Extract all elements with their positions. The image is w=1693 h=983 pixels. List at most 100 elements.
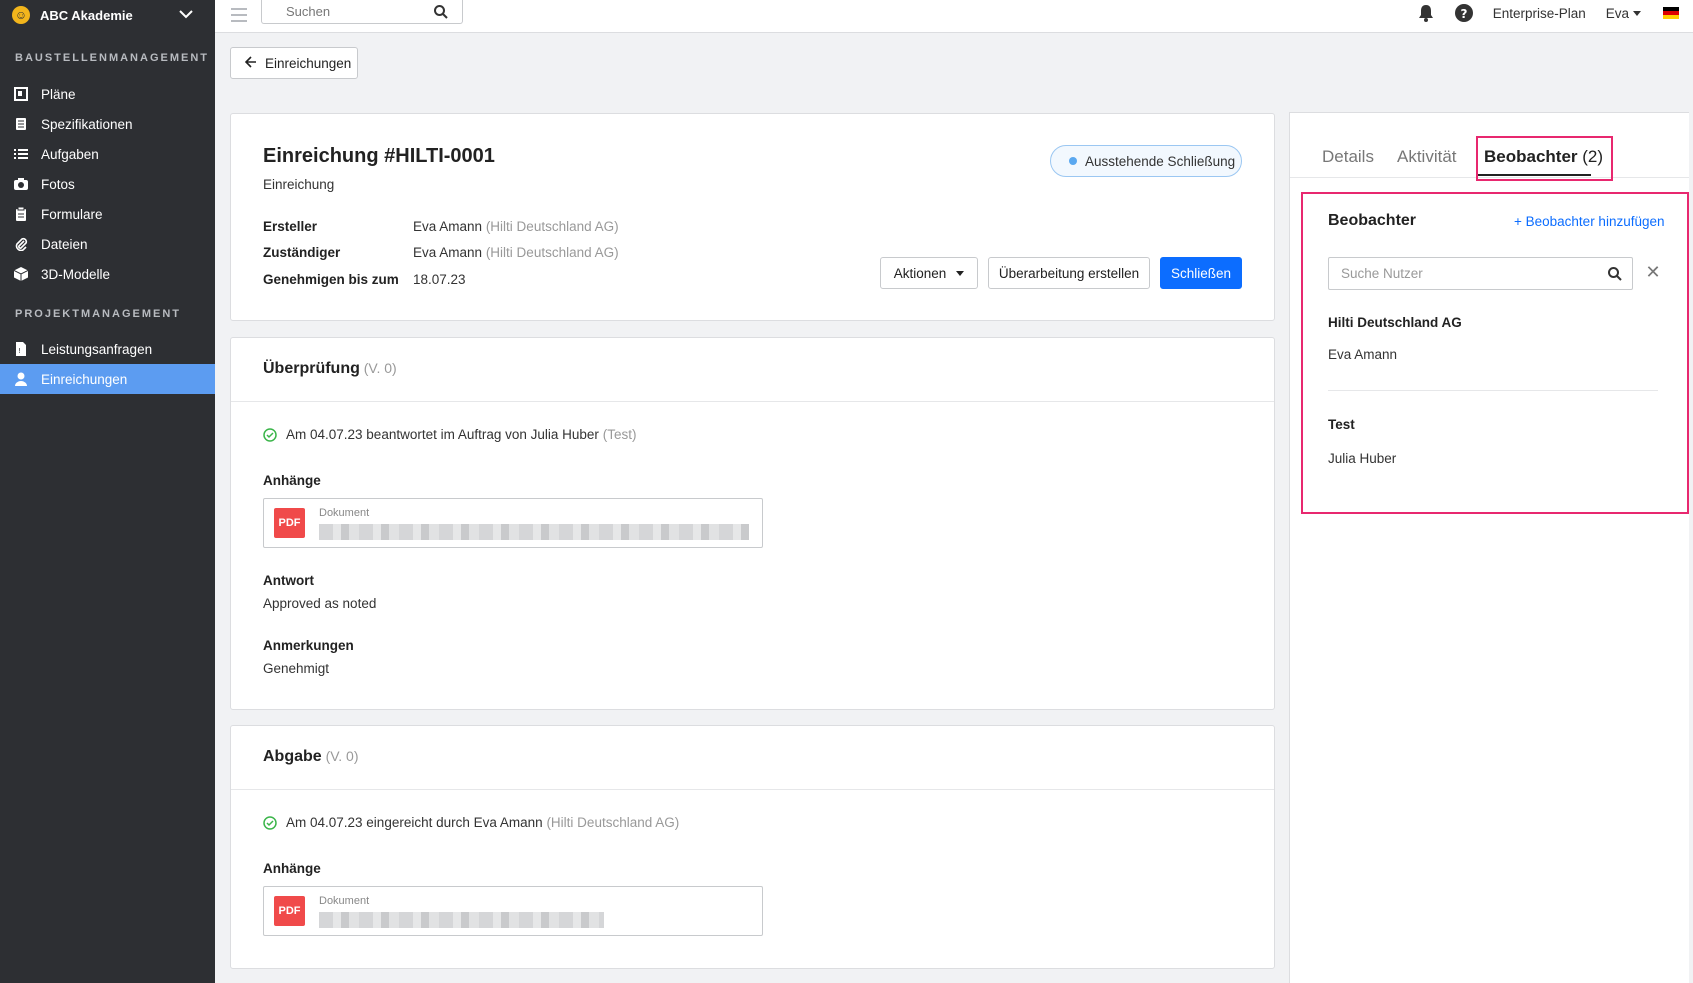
- project-switcher[interactable]: ☺ ABC Akademie: [0, 0, 215, 30]
- attachment-item[interactable]: PDF Dokument: [263, 498, 763, 548]
- sidebar-item-specifications[interactable]: Spezifikationen: [0, 109, 215, 139]
- sidebar-item-service-requests[interactable]: ! Leistungsanfragen: [0, 334, 215, 364]
- watcher-company: Test: [1328, 417, 1355, 432]
- sidebar: ☺ ABC Akademie BAUSTELLENMANAGEMENT Plän…: [0, 0, 215, 983]
- watcher-member: Julia Huber: [1328, 451, 1397, 466]
- chevron-down-icon[interactable]: [176, 4, 196, 24]
- meta-value: Eva Amann (Hilti Deutschland AG): [413, 219, 619, 234]
- document-icon: !: [14, 342, 28, 356]
- page-subtitle: Einreichung: [263, 177, 335, 192]
- section-title: Überprüfung (V. 0): [263, 360, 397, 377]
- search-placeholder: Suchen: [286, 4, 331, 19]
- watcher-member: Eva Amann: [1328, 347, 1398, 362]
- plan-label[interactable]: Enterprise-Plan: [1493, 6, 1586, 21]
- help-icon[interactable]: ?: [1454, 4, 1473, 22]
- meta-value: Eva Amann (Hilti Deutschland AG): [413, 245, 619, 260]
- camera-icon: [14, 177, 28, 191]
- project-name: ABC Akademie: [40, 7, 133, 23]
- clipboard-icon: [14, 207, 28, 221]
- watchers-panel: Details Aktivität Beobachter (2) Beobach…: [1289, 112, 1689, 983]
- section-label-site: BAUSTELLENMANAGEMENT: [15, 52, 209, 64]
- attachments-label: Anhänge: [263, 861, 321, 876]
- tab-details[interactable]: Details: [1322, 147, 1374, 167]
- sidebar-item-label: 3D-Modelle: [41, 266, 111, 282]
- meta-key: Zuständiger: [263, 245, 341, 260]
- check-circle-icon: [263, 427, 277, 442]
- actions-label: Aktionen: [893, 265, 947, 281]
- bell-icon[interactable]: [1417, 4, 1435, 22]
- meta-key: Genehmigen bis zum: [263, 272, 399, 287]
- remarks-label: Anmerkungen: [263, 638, 354, 653]
- review-card-header: Überprüfung (V. 0): [231, 338, 1274, 402]
- cube-icon: [14, 267, 28, 281]
- review-status-line: Am 04.07.23 beantwortet im Auftrag von J…: [263, 427, 636, 442]
- check-circle-icon: [263, 815, 277, 830]
- arrow-left-icon: [244, 55, 257, 71]
- list-icon: [14, 147, 28, 161]
- sidebar-item-label: Formulare: [41, 206, 103, 222]
- user-search-placeholder: Suche Nutzer: [1341, 266, 1423, 281]
- page-title: Einreichung #HILTI-0001: [263, 145, 495, 167]
- topbar-actions: ? Enterprise-Plan Eva: [1417, 0, 1693, 26]
- sidebar-item-photos[interactable]: Fotos: [0, 169, 215, 199]
- german-flag-icon[interactable]: [1663, 7, 1679, 19]
- caret-down-icon: [956, 270, 965, 276]
- sidebar-item-submissions[interactable]: Einreichungen: [0, 364, 215, 394]
- global-search-input[interactable]: Suchen: [261, 0, 463, 24]
- specifications-icon: [14, 117, 28, 131]
- sidebar-item-forms[interactable]: Formulare: [0, 199, 215, 229]
- sidebar-item-label: Leistungsanfragen: [41, 341, 153, 357]
- attachment-item[interactable]: PDF Dokument: [263, 886, 763, 936]
- add-watcher-link[interactable]: + Beobachter hinzufügen: [1514, 214, 1665, 229]
- watcher-company: Hilti Deutschland AG: [1328, 315, 1462, 330]
- user-icon: [14, 372, 28, 386]
- attachments-label: Anhänge: [263, 473, 321, 488]
- section-title: Abgabe (V. 0): [263, 748, 359, 765]
- search-icon[interactable]: [1608, 267, 1622, 281]
- remarks-value: Genehmigt: [263, 661, 330, 676]
- status-badge: Ausstehende Schließung: [1050, 145, 1242, 177]
- paperclip-icon: [14, 237, 28, 251]
- status-dot-icon: [1069, 157, 1077, 165]
- submittal-card-header: Abgabe (V. 0): [231, 726, 1274, 790]
- submittal-status-line: Am 04.07.23 eingereicht durch Eva Amann …: [263, 815, 679, 830]
- create-revision-button[interactable]: Überarbeitung erstellen: [988, 257, 1150, 289]
- close-submission-button[interactable]: Schließen: [1160, 257, 1242, 289]
- caret-down-icon: [1633, 10, 1641, 16]
- menu-icon[interactable]: [231, 8, 247, 22]
- sidebar-item-label: Dateien: [41, 236, 88, 252]
- close-icon[interactable]: ✕: [1642, 261, 1664, 283]
- redacted-filename: [319, 524, 749, 540]
- sidebar-item-label: Pläne: [41, 86, 76, 102]
- sidebar-item-label: Einreichungen: [41, 371, 128, 387]
- actions-dropdown-button[interactable]: Aktionen: [880, 257, 978, 289]
- plans-icon: [14, 87, 28, 101]
- back-button[interactable]: Einreichungen: [230, 47, 358, 79]
- review-card: Überprüfung (V. 0) Am 04.07.23 beantwort…: [230, 337, 1275, 710]
- back-button-label: Einreichungen: [265, 55, 352, 71]
- pdf-icon: PDF: [274, 896, 305, 926]
- sidebar-item-label: Spezifikationen: [41, 116, 133, 132]
- sidebar-item-3d-models[interactable]: 3D-Modelle: [0, 259, 215, 289]
- user-menu[interactable]: Eva: [1606, 6, 1641, 21]
- brand-logo-icon: ☺: [12, 6, 30, 24]
- sidebar-item-label: Fotos: [41, 176, 75, 192]
- submission-header-card: Einreichung #HILTI-0001 Einreichung Auss…: [230, 113, 1275, 321]
- sidebar-item-tasks[interactable]: Aufgaben: [0, 139, 215, 169]
- user-search-input[interactable]: Suche Nutzer: [1328, 257, 1633, 290]
- answer-label: Antwort: [263, 573, 314, 588]
- meta-key: Ersteller: [263, 219, 318, 234]
- meta-value: 18.07.23: [413, 272, 466, 287]
- pdf-icon: PDF: [274, 508, 305, 538]
- section-label-project: PROJEKTMANAGEMENT: [15, 308, 182, 320]
- tab-highlight-frame: [1476, 136, 1613, 181]
- tab-activity[interactable]: Aktivität: [1397, 147, 1457, 167]
- status-text: Ausstehende Schließung: [1085, 153, 1236, 169]
- attachment-label: Dokument: [319, 895, 370, 907]
- search-icon[interactable]: [434, 5, 448, 19]
- sidebar-item-plans[interactable]: Pläne: [0, 79, 215, 109]
- submittal-card: Abgabe (V. 0) Am 04.07.23 eingereicht du…: [230, 725, 1275, 969]
- watcher-group-divider: [1328, 390, 1658, 391]
- redacted-filename: [319, 912, 604, 928]
- sidebar-item-files[interactable]: Dateien: [0, 229, 215, 259]
